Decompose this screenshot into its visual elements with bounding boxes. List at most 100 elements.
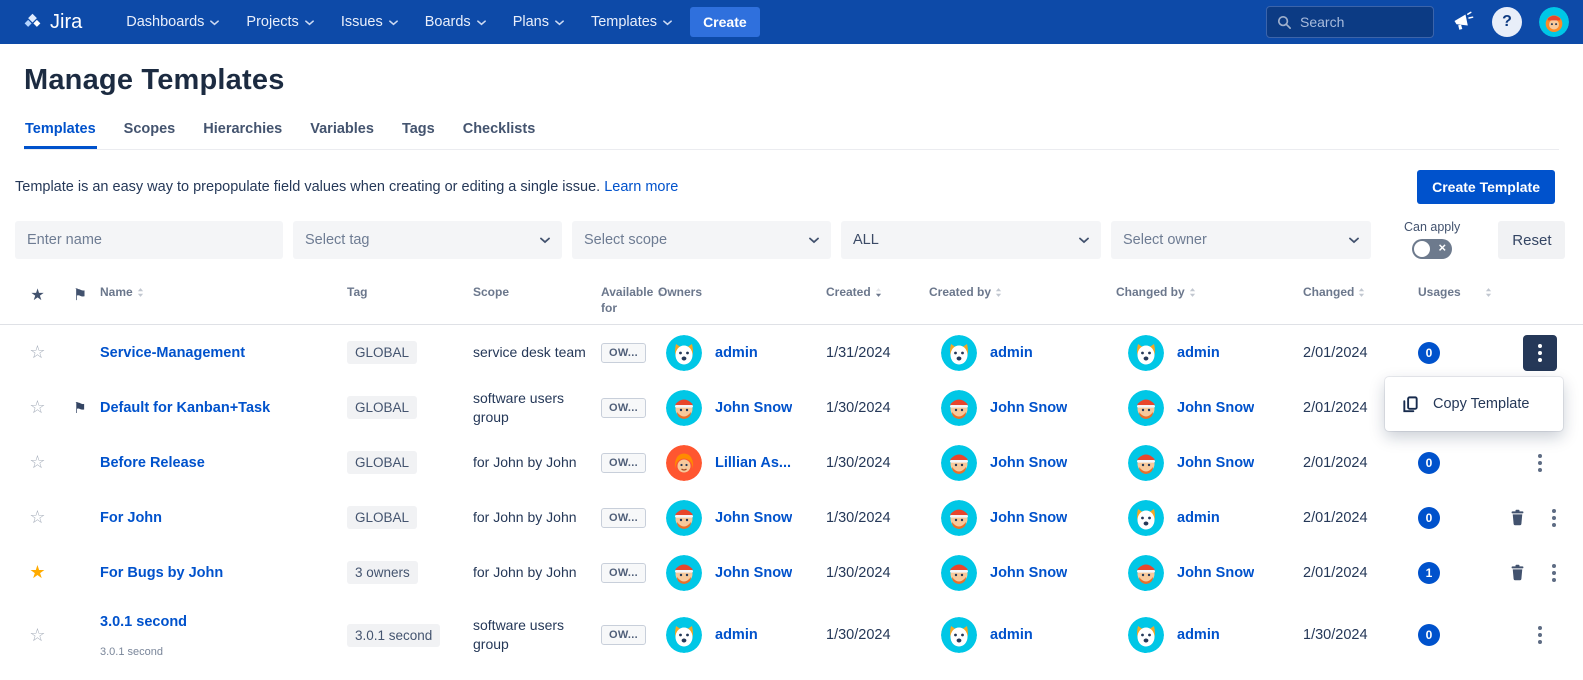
- column-header-created_by[interactable]: Created by: [929, 285, 1116, 301]
- nav-item-templates[interactable]: Templates: [591, 14, 672, 30]
- nav-item-dashboards[interactable]: Dashboards: [126, 14, 219, 30]
- owner-link[interactable]: John Snow: [715, 400, 792, 416]
- tab-templates[interactable]: Templates: [24, 121, 97, 149]
- sort-icon[interactable]: [1485, 287, 1492, 298]
- star-column-icon[interactable]: ★: [15, 285, 60, 305]
- jira-logo[interactable]: Jira: [22, 11, 82, 34]
- search-input[interactable]: [1300, 14, 1410, 30]
- changed-by-link[interactable]: admin: [1177, 510, 1220, 526]
- name-filter-input[interactable]: [27, 232, 271, 248]
- available-for-chip[interactable]: OW...: [601, 625, 646, 645]
- usages-badge[interactable]: 0: [1418, 452, 1440, 474]
- tab-tags[interactable]: Tags: [401, 121, 436, 149]
- sort-icon[interactable]: [875, 287, 882, 298]
- column-header-changed_by[interactable]: Changed by: [1116, 285, 1303, 301]
- template-name-link[interactable]: For John: [100, 510, 162, 526]
- usages-badge[interactable]: 0: [1418, 507, 1440, 529]
- delete-template-button[interactable]: [1508, 563, 1527, 582]
- created-by-link[interactable]: John Snow: [990, 510, 1067, 526]
- user-avatar[interactable]: [1539, 7, 1569, 37]
- kebab-dot: [1552, 509, 1556, 513]
- available-for-chip[interactable]: OW...: [601, 563, 646, 583]
- changed-by-link[interactable]: admin: [1177, 627, 1220, 643]
- created-by-link[interactable]: John Snow: [990, 455, 1067, 471]
- created-by-link[interactable]: John Snow: [990, 565, 1067, 581]
- star-toggle[interactable]: ★: [29, 562, 45, 583]
- sort-icon[interactable]: [137, 287, 144, 298]
- created-by-link[interactable]: admin: [990, 345, 1033, 361]
- sort-icon[interactable]: [1358, 287, 1365, 298]
- tag-filter-select[interactable]: Select tag: [293, 221, 562, 259]
- delete-template-button[interactable]: [1508, 508, 1527, 527]
- nav-item-issues[interactable]: Issues: [341, 14, 398, 30]
- global-search[interactable]: [1266, 6, 1434, 38]
- usages-badge[interactable]: 0: [1418, 342, 1440, 364]
- row-menu-button[interactable]: [1537, 555, 1571, 591]
- search-icon: [1277, 15, 1292, 30]
- flag-column-icon[interactable]: ⚑: [60, 285, 100, 305]
- star-toggle[interactable]: ☆: [29, 625, 45, 646]
- created-by-link[interactable]: John Snow: [990, 400, 1067, 416]
- tab-variables[interactable]: Variables: [309, 121, 375, 149]
- owner-link[interactable]: admin: [715, 627, 758, 643]
- column-header-available[interactable]: Available for: [601, 285, 658, 316]
- template-name-link[interactable]: Default for Kanban+Task: [100, 400, 270, 416]
- owner-link[interactable]: Lillian As...: [715, 455, 791, 471]
- usages-badge[interactable]: 0: [1418, 624, 1440, 646]
- changed-by-link[interactable]: admin: [1177, 345, 1220, 361]
- sort-icon[interactable]: [1189, 287, 1196, 298]
- available-for-chip[interactable]: OW...: [601, 508, 646, 528]
- owner-link[interactable]: John Snow: [715, 565, 792, 581]
- star-toggle[interactable]: ☆: [29, 342, 45, 363]
- nav-item-boards[interactable]: Boards: [425, 14, 486, 30]
- create-template-button[interactable]: Create Template: [1417, 170, 1555, 204]
- owner-link[interactable]: John Snow: [715, 510, 792, 526]
- created-by-link[interactable]: admin: [990, 627, 1033, 643]
- owner-filter-select[interactable]: Select owner: [1111, 221, 1371, 259]
- star-toggle[interactable]: ☆: [29, 397, 45, 418]
- scope-filter-select[interactable]: Select scope: [572, 221, 831, 259]
- available-for-chip[interactable]: OW...: [601, 453, 646, 473]
- nav-item-label: Projects: [246, 14, 298, 30]
- can-apply-toggle[interactable]: ×: [1412, 239, 1452, 259]
- tab-checklists[interactable]: Checklists: [462, 121, 537, 149]
- learn-more-link[interactable]: Learn more: [604, 179, 678, 195]
- column-header-usages[interactable]: Usages: [1418, 285, 1508, 301]
- template-name-link[interactable]: 3.0.1 second: [100, 614, 187, 630]
- changed-date: 2/01/2024: [1303, 455, 1418, 471]
- usages-badge[interactable]: 1: [1418, 562, 1440, 584]
- changed-by-link[interactable]: John Snow: [1177, 565, 1254, 581]
- column-header-changed[interactable]: Changed: [1303, 285, 1418, 301]
- owner-filter-value: Select owner: [1123, 232, 1207, 248]
- template-name-link[interactable]: For Bugs by John: [100, 565, 223, 581]
- template-name-link[interactable]: Service-Management: [100, 345, 245, 361]
- created-by-cell: John Snow: [929, 500, 1116, 536]
- row-menu-button[interactable]: [1523, 335, 1557, 371]
- tab-scopes[interactable]: Scopes: [123, 121, 177, 149]
- available-for-chip[interactable]: OW...: [601, 398, 646, 418]
- changed-by-link[interactable]: John Snow: [1177, 400, 1254, 416]
- column-header-name[interactable]: Name: [100, 285, 347, 301]
- chevron-down-icon: [305, 20, 314, 26]
- row-menu-button[interactable]: [1537, 500, 1571, 536]
- template-name-link[interactable]: Before Release: [100, 455, 205, 471]
- available-for-chip[interactable]: OW...: [601, 343, 646, 363]
- reset-button[interactable]: Reset: [1498, 221, 1565, 259]
- nav-item-projects[interactable]: Projects: [246, 14, 313, 30]
- help-icon[interactable]: ?: [1492, 7, 1522, 37]
- row-menu-button[interactable]: [1523, 617, 1557, 653]
- megaphone-icon[interactable]: [1451, 10, 1475, 34]
- changed-by-link[interactable]: John Snow: [1177, 455, 1254, 471]
- column-header-created[interactable]: Created: [826, 285, 929, 301]
- sort-icon[interactable]: [995, 287, 1002, 298]
- nav-item-plans[interactable]: Plans: [513, 14, 564, 30]
- can-apply-filter-select[interactable]: ALL: [841, 221, 1101, 259]
- star-toggle[interactable]: ☆: [29, 452, 45, 473]
- owner-link[interactable]: admin: [715, 345, 758, 361]
- flag-icon[interactable]: ⚑: [73, 399, 86, 417]
- row-menu-button[interactable]: [1523, 445, 1557, 481]
- tab-hierarchies[interactable]: Hierarchies: [202, 121, 283, 149]
- copy-template-menu-item[interactable]: Copy Template: [1385, 377, 1563, 431]
- nav-create-button[interactable]: Create: [690, 7, 760, 37]
- star-toggle[interactable]: ☆: [29, 507, 45, 528]
